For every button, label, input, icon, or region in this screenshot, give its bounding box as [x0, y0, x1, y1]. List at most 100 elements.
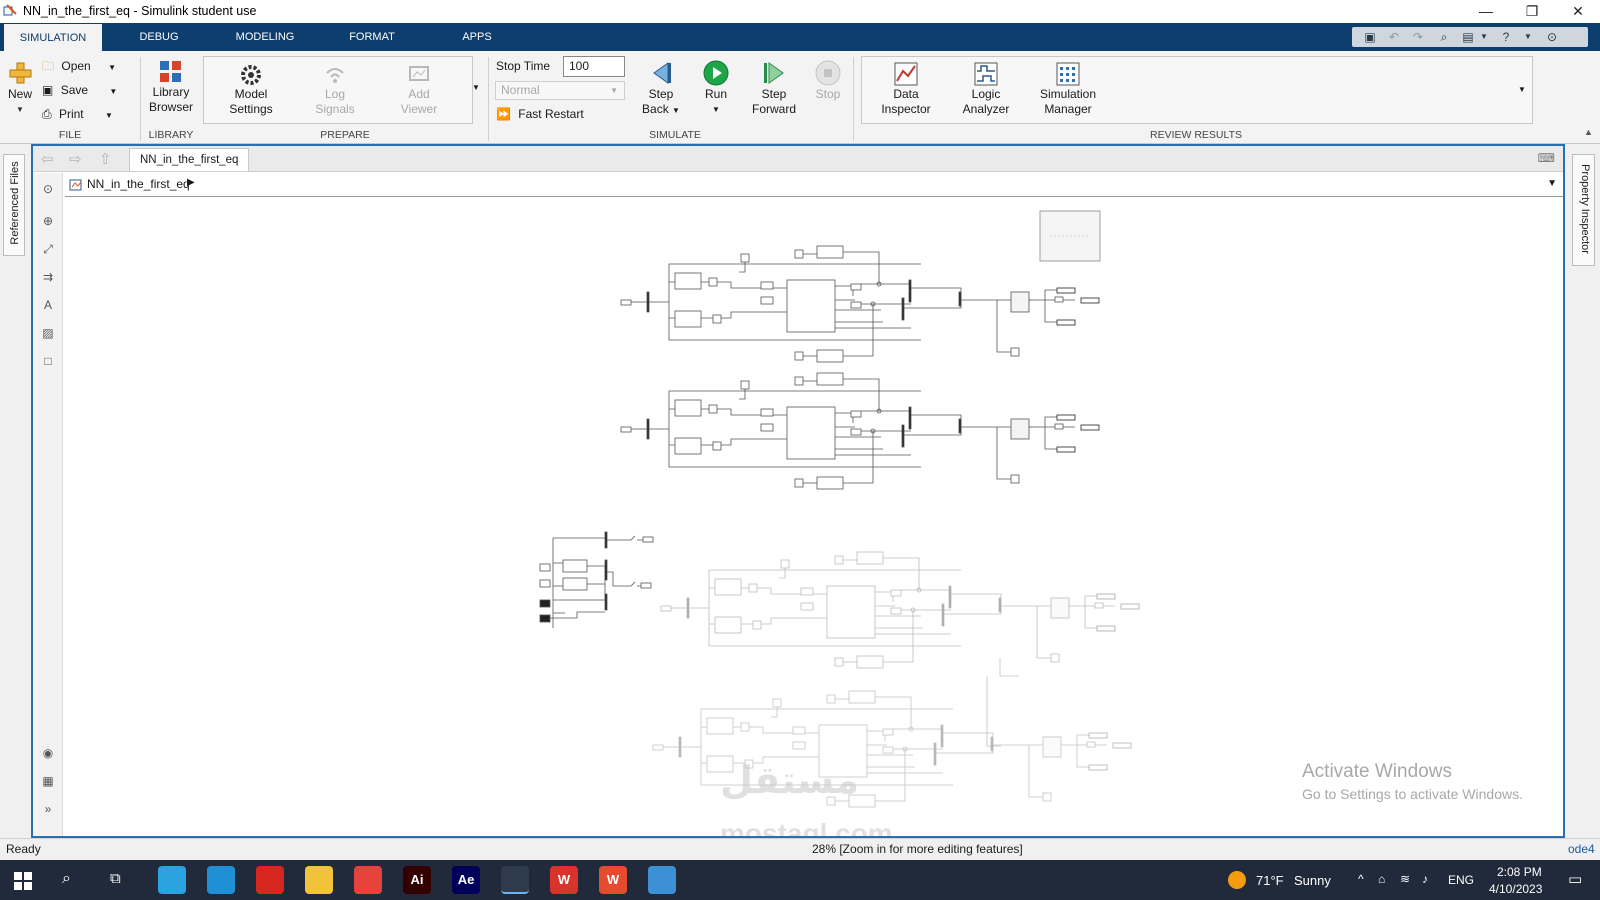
run-play-icon [703, 60, 729, 86]
fast-restart-toggle[interactable]: ⏩ Fast Restart [496, 105, 584, 123]
model-editor: ⇦ ⇨ ⇧ NN_in_the_first_eq ⌨ NN_in_the_fir… [31, 144, 1565, 838]
search-icon[interactable]: ⌕ [1436, 29, 1452, 45]
save-button[interactable]: ▣ Save ▼ [42, 81, 117, 99]
taskbar-app-telegram-icon[interactable] [158, 866, 186, 894]
annotation-icon[interactable]: A [40, 297, 56, 313]
close-button[interactable]: ✕ [1555, 0, 1600, 23]
zoom-icon[interactable]: ⊕ [40, 213, 56, 229]
windows-start-icon[interactable] [14, 872, 32, 890]
log-signals-label-2: Signals [315, 102, 355, 116]
image-icon[interactable]: ▨ [40, 325, 56, 341]
up-arrow-icon[interactable]: ⇧ [99, 150, 112, 168]
taskbar-app-matlab-icon[interactable] [501, 866, 529, 894]
wifi-tray-icon[interactable]: ≋ [1400, 872, 1410, 886]
help-icon[interactable]: ? [1498, 29, 1514, 45]
taskbar-app-illustrator-icon[interactable]: Ai [403, 866, 431, 894]
breadcrumb-dropdown-icon[interactable]: ▼ [1547, 178, 1557, 189]
group-divider [140, 57, 141, 141]
log-signals-label-1: Log [324, 87, 346, 101]
layout-icon[interactable]: ▤ [1460, 29, 1476, 45]
referenced-files-label: Referenced Files [9, 161, 21, 245]
wifi-signal-icon [326, 68, 344, 83]
stop-time-input[interactable]: 100 [563, 56, 625, 77]
save-quick-icon[interactable]: ▣ [1362, 29, 1378, 45]
tab-debug[interactable]: DEBUG [122, 23, 196, 51]
fit-view-icon[interactable]: ⤢ [40, 241, 56, 257]
add-viewer-button[interactable]: Add Viewer [389, 63, 449, 117]
model-settings-button[interactable]: Model Settings [221, 63, 281, 117]
search-taskbar-icon[interactable]: ⌕ [62, 870, 71, 888]
print-chevron-icon: ▼ [104, 111, 113, 120]
keyboard-icon[interactable]: ⌨ [1538, 151, 1555, 165]
tab-format[interactable]: FORMAT [334, 23, 410, 51]
simulation-mode-select[interactable]: Normal ▼ [495, 81, 625, 100]
taskbar-app-edge-icon[interactable] [207, 866, 235, 894]
language-indicator[interactable]: ENG [1448, 873, 1474, 887]
simulation-manager-button[interactable]: Simulation Manager [1030, 61, 1106, 117]
floppy-icon: ▣ [42, 83, 54, 97]
taskbar-app-wps-office-icon[interactable]: W [599, 866, 627, 894]
prepare-expand-chevron-icon[interactable]: ▼ [472, 83, 480, 92]
status-bar: Ready 28% [Zoom in for more editing feat… [0, 838, 1600, 860]
taskbar-app-chrome-icon[interactable] [354, 866, 382, 894]
step-back-button[interactable]: Step Back ▼ [636, 59, 686, 118]
simulation-manager-icon [1056, 62, 1080, 86]
clock-date[interactable]: 4/10/2023 [1489, 882, 1542, 896]
restore-button[interactable]: ❐ [1509, 0, 1555, 23]
print-button[interactable]: ⎙ Print ▼ [42, 105, 113, 123]
camera-icon[interactable]: ◉ [40, 745, 56, 761]
notifications-icon[interactable]: ▭ [1568, 870, 1582, 888]
help-menu-chevron-icon[interactable]: ▼ [1520, 29, 1536, 45]
expand-toolbar-icon[interactable]: » [40, 801, 56, 817]
save-label: Save [60, 83, 89, 97]
tab-modeling[interactable]: MODELING [222, 23, 308, 51]
clock-time[interactable]: 2:08 PM [1497, 865, 1542, 879]
back-arrow-icon[interactable]: ⇦ [41, 150, 54, 168]
open-button[interactable]: 🗀 Open ▼ [42, 57, 116, 75]
data-inspector-button[interactable]: Data Inspector [874, 61, 938, 117]
model-document-tab[interactable]: NN_in_the_first_eq [129, 148, 250, 171]
undo-icon[interactable]: ↶ [1386, 29, 1402, 45]
chevron-down-icon[interactable]: ▼ [1476, 29, 1492, 45]
redo-icon[interactable]: ↷ [1410, 29, 1426, 45]
taskbar-app-wps-writer-icon[interactable]: W [550, 866, 578, 894]
tray-chevron-icon[interactable]: ^ [1358, 872, 1364, 886]
log-signals-button[interactable]: Log Signals [305, 63, 365, 117]
taskbar-app-file-explorer-icon[interactable] [305, 866, 333, 894]
collapse-ribbon-icon[interactable]: ⊙ [1544, 29, 1560, 45]
run-button[interactable]: Run ▼ [696, 59, 736, 117]
new-button[interactable]: New ▼ [6, 59, 34, 117]
step-forward-button[interactable]: Step Forward [746, 59, 802, 117]
breadcrumb-arrow-icon[interactable]: ▶ [187, 177, 195, 188]
taskbar-app-acrobat-icon[interactable] [256, 866, 284, 894]
explorer-bar-icon[interactable]: ▦ [40, 773, 56, 789]
breadcrumb-model-name[interactable]: NN_in_the_first_eq [87, 177, 190, 191]
taskbar-app-paint-icon[interactable] [648, 866, 676, 894]
collapse-ribbon-arrow-icon[interactable]: ▲ [1584, 127, 1593, 137]
block-diagram [539, 210, 1140, 808]
referenced-files-tab[interactable]: Referenced Files [3, 154, 25, 256]
model-canvas[interactable]: Activate Windows Go to Settings to activ… [65, 198, 1563, 836]
tab-apps[interactable]: APPS [448, 23, 506, 51]
arrow-signal-icon[interactable]: ⇉ [40, 269, 56, 285]
task-view-icon[interactable]: ⧉ [110, 870, 121, 887]
status-solver[interactable]: ode4 [1568, 842, 1595, 856]
area-icon[interactable]: □ [40, 353, 56, 369]
review-expand-chevron-icon[interactable]: ▼ [1518, 85, 1526, 94]
group-divider [488, 57, 489, 141]
stop-time-label: Stop Time [496, 59, 551, 73]
hide-show-icon[interactable]: ⊙ [40, 181, 56, 197]
forward-arrow-icon[interactable]: ⇨ [69, 150, 82, 168]
logic-analyzer-button[interactable]: Logic Analyzer [954, 61, 1018, 117]
volume-tray-icon[interactable]: ♪ [1422, 872, 1428, 886]
library-browser-button[interactable]: Library Browser [146, 59, 196, 115]
minimize-button[interactable]: — [1463, 0, 1509, 23]
fast-restart-icon: ⏩ [496, 107, 511, 121]
taskbar-app-after-effects-icon[interactable]: Ae [452, 866, 480, 894]
network-tray-icon[interactable]: ⌂ [1378, 872, 1385, 886]
new-label: New [7, 87, 32, 101]
property-inspector-tab[interactable]: Property Inspector [1572, 154, 1595, 266]
model-settings-label-1: Model [234, 87, 268, 101]
stop-button[interactable]: Stop [808, 59, 848, 102]
tab-simulation[interactable]: SIMULATION [4, 24, 102, 51]
